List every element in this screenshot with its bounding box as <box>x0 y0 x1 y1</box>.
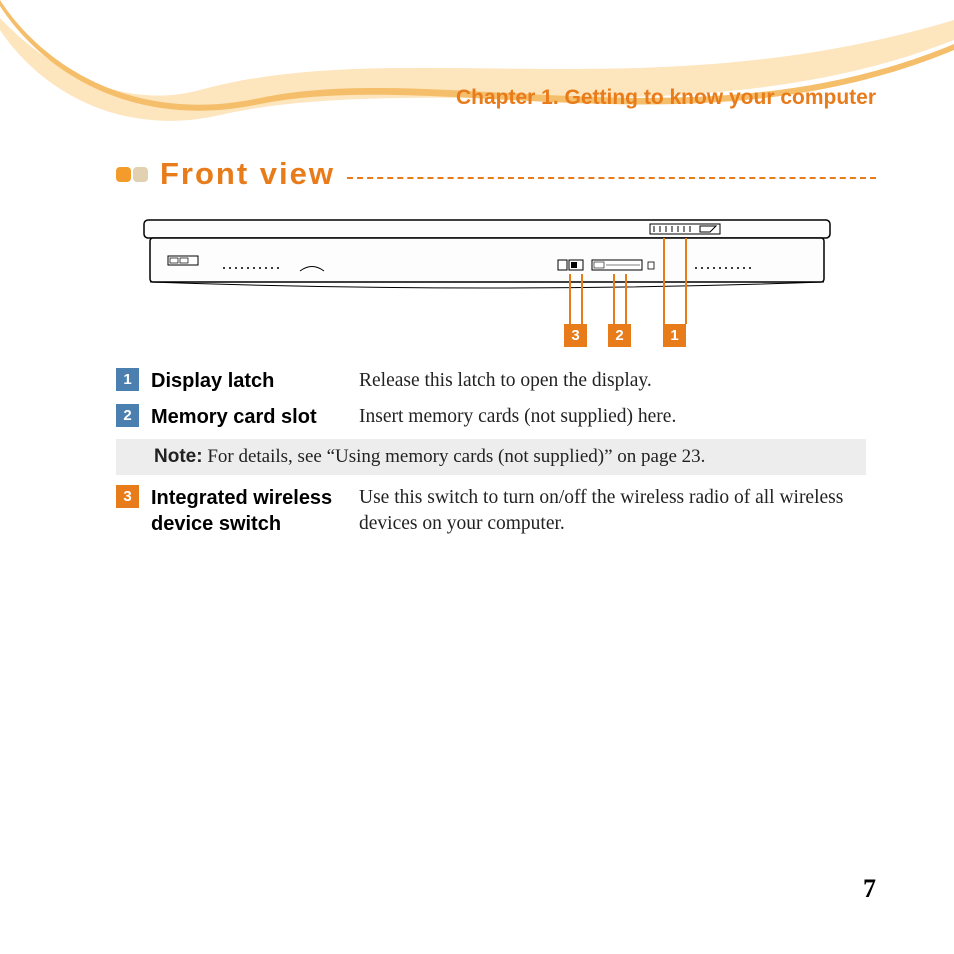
callout-line <box>569 274 571 324</box>
callout-3: 3 <box>564 324 587 347</box>
section-bullets <box>116 167 148 182</box>
desc-memory-card-slot: Insert memory cards (not supplied) here. <box>359 404 866 430</box>
desc-display-latch: Release this latch to open the display. <box>359 368 866 394</box>
callout-line <box>625 274 627 324</box>
term-wireless-switch: Integrated wireless device switch <box>151 485 359 537</box>
note-row: Note: For details, see “Using memory car… <box>116 439 866 475</box>
note-label: Note: <box>154 446 203 467</box>
callout-line <box>685 238 687 324</box>
definition-row: 2 Memory card slot Insert memory cards (… <box>116 402 866 432</box>
bullet-icon <box>133 167 148 182</box>
header-swoosh <box>0 0 954 160</box>
callout-1: 1 <box>663 324 686 347</box>
section-heading-row: Front view <box>116 156 876 192</box>
desc-wireless-switch: Use this switch to turn on/off the wirel… <box>359 485 866 538</box>
definition-row: 3 Integrated wireless device switch Use … <box>116 483 866 540</box>
callout-2: 2 <box>608 324 631 347</box>
callout-line <box>613 274 615 324</box>
bullet-icon <box>116 167 131 182</box>
dash-line <box>347 177 876 179</box>
term-display-latch: Display latch <box>151 368 359 394</box>
callout-line <box>663 238 665 324</box>
page-number: 7 <box>863 874 876 904</box>
definition-row: 1 Display latch Release this latch to op… <box>116 366 866 396</box>
callout-line <box>581 274 583 324</box>
section-title: Front view <box>160 156 335 192</box>
front-view-diagram: 3 2 1 <box>140 216 834 346</box>
note-text: For details, see “Using memory cards (no… <box>203 446 706 467</box>
definitions-list: 1 Display latch Release this latch to op… <box>116 366 866 545</box>
chapter-title: Chapter 1. Getting to know your computer <box>456 86 876 110</box>
term-memory-card-slot: Memory card slot <box>151 404 359 430</box>
item-number-3: 3 <box>116 485 139 508</box>
item-number-2: 2 <box>116 404 139 427</box>
item-number-1: 1 <box>116 368 139 391</box>
